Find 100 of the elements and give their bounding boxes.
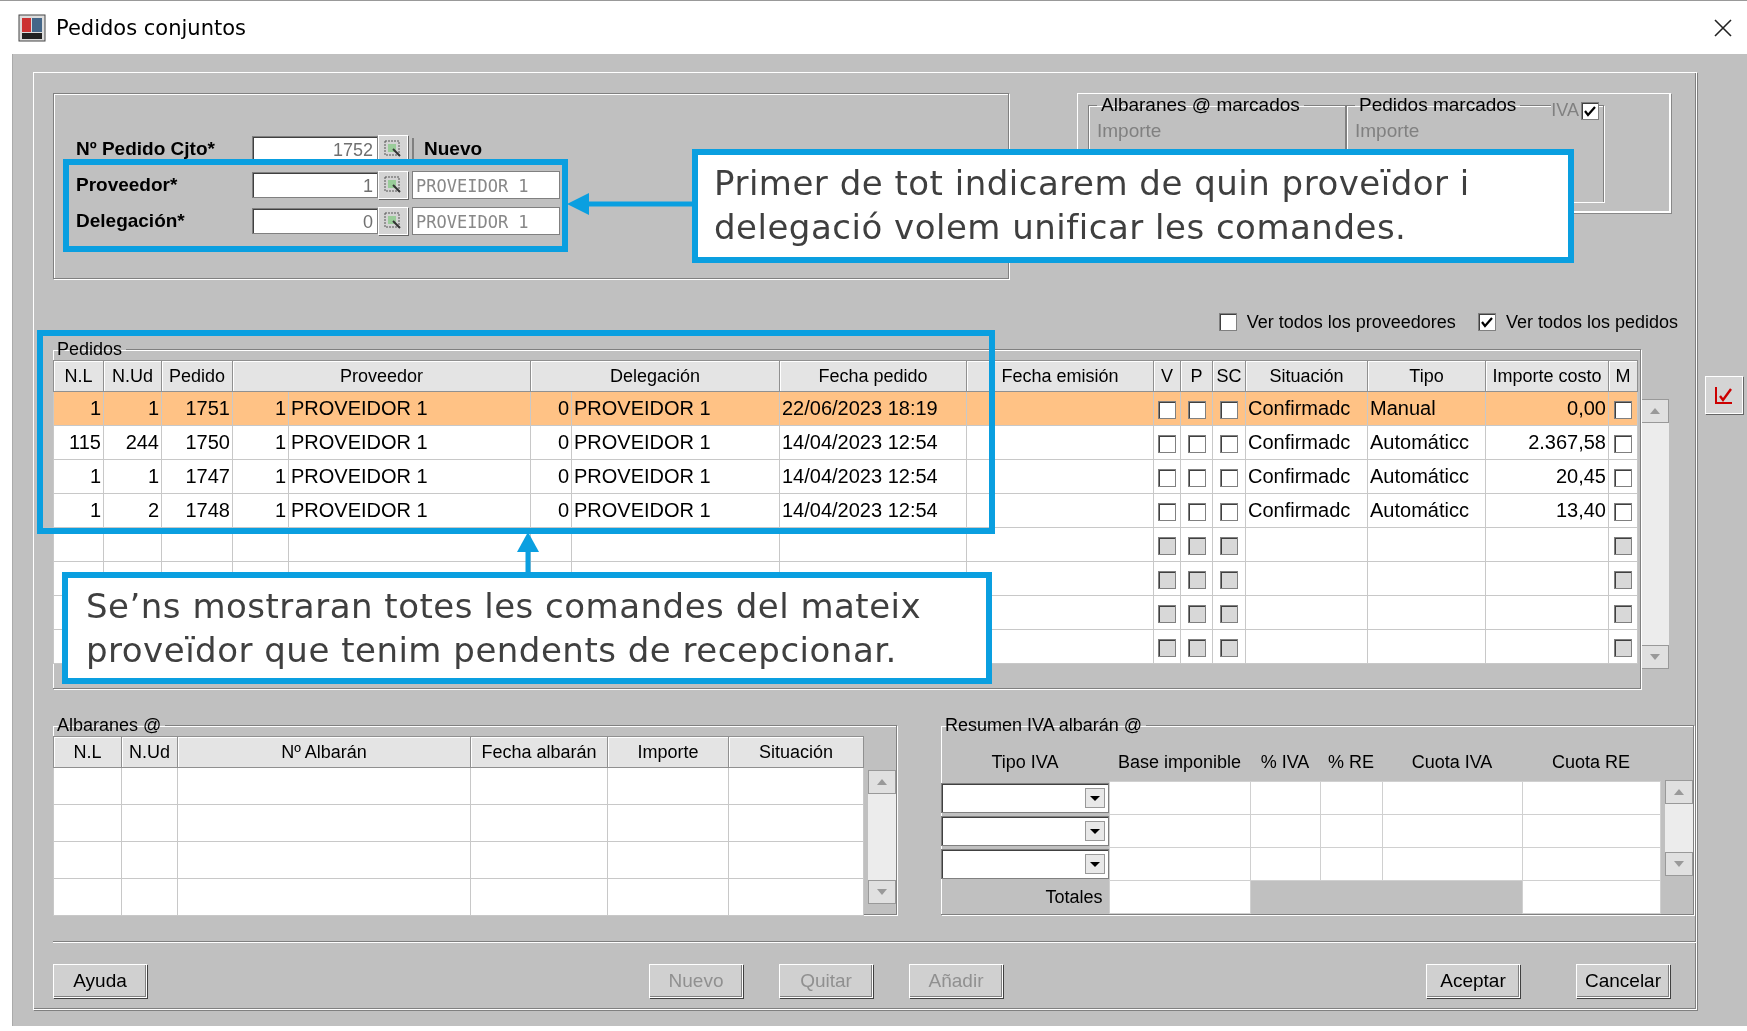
column-header[interactable]: M xyxy=(1608,360,1638,392)
callout-note: Primer de tot indicarem de quin proveïdor i delegació volem unificar les comandes. xyxy=(692,149,1574,263)
checkbox[interactable] xyxy=(1220,434,1238,453)
number-field[interactable]: 1752 xyxy=(252,136,378,162)
table-cell: PROVEIDOR 1 xyxy=(288,425,531,460)
table-row[interactable]: 115 244 1750 1 PROVEIDOR 1 0 PROVEIDOR 1 14/04/2023 12:54 Confirmadc Automáticc 2.367,58 xyxy=(53,425,1638,460)
checkbox[interactable] xyxy=(1477,313,1496,331)
callout-note: Se’ns mostraran totes les comandes del mateix proveïdor que tenim pendents de recepcionar. xyxy=(62,572,992,684)
group-title: Albaranes @ marcados xyxy=(1101,94,1300,115)
checkbox[interactable] xyxy=(1187,468,1206,487)
table-cell: 0 xyxy=(530,425,572,460)
checkbox[interactable] xyxy=(1614,434,1632,453)
dialog-button[interactable]: Aceptar xyxy=(1426,964,1520,998)
checkbox[interactable] xyxy=(1614,502,1632,521)
scrollbar[interactable] xyxy=(1641,399,1669,669)
table-cell: 1 xyxy=(232,425,289,460)
table-cell: 13,40 xyxy=(1485,493,1609,528)
app-icon xyxy=(18,13,46,42)
column-header[interactable]: P xyxy=(1180,360,1213,392)
table-cell: 1 xyxy=(232,459,289,494)
column-header[interactable]: Importe costo xyxy=(1485,360,1609,392)
table-cell: 1 xyxy=(232,493,289,528)
column-header[interactable]: N.L xyxy=(53,736,122,768)
dropdown-field[interactable] xyxy=(941,816,1109,846)
table-row[interactable]: 1 1 1747 1 PROVEIDOR 1 0 PROVEIDOR 1 14/04/2023 12:54 Confirmadc Automáticc 20,45 xyxy=(53,459,1638,494)
table-cell: 1747 xyxy=(161,459,233,494)
table-cell: 14/04/2023 12:54 xyxy=(779,459,967,494)
scroll-down-button xyxy=(1641,645,1669,669)
checkbox[interactable] xyxy=(1614,400,1632,419)
table-cell: Confirmadc xyxy=(1245,493,1368,528)
column-header[interactable]: Delegación xyxy=(530,360,780,392)
column-header[interactable]: Tipo xyxy=(1367,360,1486,392)
field-label: Proveedor* xyxy=(76,174,179,196)
scrollbar[interactable] xyxy=(1664,780,1693,876)
column-header: Cuota IVA xyxy=(1382,736,1522,782)
checkbox[interactable] xyxy=(1187,502,1206,521)
number-field[interactable]: 0 xyxy=(252,208,378,234)
column-header[interactable]: Importe xyxy=(607,736,729,768)
table-cell: 244 xyxy=(103,425,162,460)
name-field[interactable]: PROVEIDOR 1 xyxy=(412,171,560,199)
group-title: Pedidos marcados xyxy=(1359,94,1517,115)
dialog-button[interactable]: Cancelar xyxy=(1576,964,1670,998)
table-cell: 1750 xyxy=(161,425,233,460)
column-header[interactable]: Nº Albarán xyxy=(177,736,471,768)
column-header[interactable]: Pedido xyxy=(161,360,233,392)
checkbox-label: Ver todos los proveedores xyxy=(1246,311,1456,333)
scroll-down-button xyxy=(868,880,896,904)
column-header[interactable]: Fecha emisión xyxy=(966,360,1154,392)
checkbox[interactable] xyxy=(1614,468,1632,487)
checkbox[interactable] xyxy=(1220,468,1238,487)
column-header[interactable]: N.L xyxy=(53,360,104,392)
checkbox[interactable] xyxy=(1158,468,1176,487)
checkbox[interactable] xyxy=(1158,502,1176,521)
field-label: Importe xyxy=(1097,120,1163,142)
group-title: Pedidos xyxy=(57,339,123,359)
column-header[interactable]: Proveedor xyxy=(232,360,531,392)
dropdown-field[interactable] xyxy=(941,849,1109,879)
checkbox[interactable] xyxy=(1218,313,1237,331)
dialog-button[interactable]: Ayuda xyxy=(53,964,147,998)
column-header: % RE xyxy=(1320,736,1382,782)
dropdown-field[interactable] xyxy=(941,783,1109,813)
scrollbar[interactable] xyxy=(868,770,896,904)
table-cell: 2.367,58 xyxy=(1485,425,1609,460)
checkbox[interactable] xyxy=(1187,434,1206,453)
name-field[interactable]: PROVEIDOR 1 xyxy=(412,207,560,235)
table-row[interactable]: 1 1 1751 1 PROVEIDOR 1 0 PROVEIDOR 1 22/06/2023 18:19 Confirmadc Manual 0,00 xyxy=(53,391,1638,426)
group-title: Albaranes @ xyxy=(57,715,162,735)
column-header: Tipo IVA xyxy=(941,736,1109,782)
table-cell: 0 xyxy=(530,493,572,528)
side-tool-button[interactable] xyxy=(1705,376,1743,414)
column-header: Cuota RE xyxy=(1522,736,1660,782)
lookup-icon xyxy=(383,211,403,231)
checkbox-label: Ver todos los pedidos xyxy=(1505,311,1678,333)
window-title: Pedidos conjuntos xyxy=(56,15,246,40)
lookup-button[interactable] xyxy=(378,207,408,235)
column-header[interactable]: V xyxy=(1153,360,1181,392)
group-title: Resumen IVA albarán @ xyxy=(945,715,1143,735)
checkbox[interactable] xyxy=(1187,400,1206,419)
checkbox[interactable] xyxy=(1581,101,1599,120)
checkbox[interactable] xyxy=(1220,400,1238,419)
column-header[interactable]: N.Ud xyxy=(121,736,178,768)
column-header[interactable]: Situación xyxy=(728,736,864,768)
lookup-button[interactable] xyxy=(378,171,408,199)
column-header[interactable]: Situación xyxy=(1245,360,1368,392)
table-cell: Manual xyxy=(1367,391,1486,426)
checkbox[interactable] xyxy=(1220,502,1238,521)
column-header[interactable]: SC xyxy=(1212,360,1246,392)
column-header[interactable]: N.Ud xyxy=(103,360,162,392)
column-header[interactable]: Fecha pedido xyxy=(779,360,967,392)
column-header[interactable]: Fecha albarán xyxy=(470,736,608,768)
table-cell: 0,00 xyxy=(1485,391,1609,426)
table-row[interactable]: 1 2 1748 1 PROVEIDOR 1 0 PROVEIDOR 1 14/04/2023 12:54 Confirmadc Automáticc 13,40 xyxy=(53,493,1638,528)
table-cell: 22/06/2023 18:19 xyxy=(779,391,967,426)
number-field[interactable]: 1 xyxy=(252,172,378,198)
checkbox[interactable] xyxy=(1158,400,1176,419)
table-cell: 115 xyxy=(53,425,104,460)
table-cell: PROVEIDOR 1 xyxy=(288,391,531,426)
table-cell: PROVEIDOR 1 xyxy=(571,493,780,528)
table-cell: Confirmadc xyxy=(1245,391,1368,426)
checkbox[interactable] xyxy=(1158,434,1176,453)
